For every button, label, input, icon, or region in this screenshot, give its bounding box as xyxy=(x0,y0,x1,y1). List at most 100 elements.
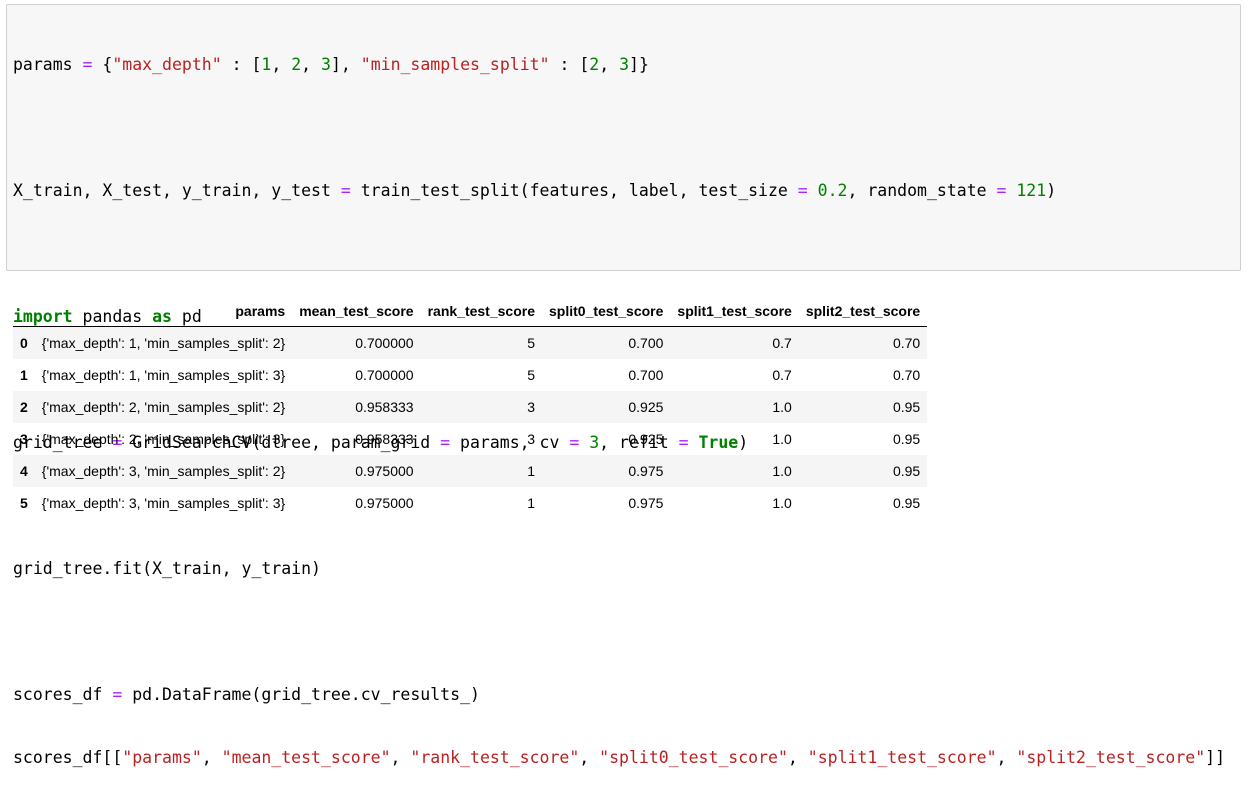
column-header: split1_test_score xyxy=(670,295,799,327)
mean-test-score-cell: 0.700000 xyxy=(355,335,414,351)
split1-test-score-cell: 1.0 xyxy=(772,431,792,447)
code-cell-input[interactable]: params = {"max_depth" : [1, 2, 3], "min_… xyxy=(6,4,1241,767)
split1-test-score-cell: 0.7 xyxy=(772,367,792,383)
split1-test-score-cell: 1.0 xyxy=(772,463,792,479)
mean-test-score-cell: 0.958333 xyxy=(355,431,414,447)
code-token: 2 xyxy=(291,55,302,74)
code-token: "mean_test_score" xyxy=(221,748,391,767)
row-index: 0 xyxy=(20,335,28,351)
code-token: [ xyxy=(251,55,262,74)
code-token: { xyxy=(102,55,113,74)
code-token: = xyxy=(340,181,351,200)
code-token: = xyxy=(797,181,808,200)
params-cell: {'max_depth': 1, 'min_samples_split': 2} xyxy=(41,335,286,351)
split0-test-score-cell: 0.700 xyxy=(628,367,664,383)
rank-test-score-cell: 5 xyxy=(527,335,535,351)
split2-test-score-cell: 0.70 xyxy=(892,367,921,383)
code-token: "min_samples_split" xyxy=(360,55,550,74)
split2-test-score-cell: 0.95 xyxy=(892,463,921,479)
code-token: 0.2 xyxy=(817,181,848,200)
table-header-row: params mean_test_score rank_test_score s… xyxy=(13,295,928,327)
column-header: mean_test_score xyxy=(292,295,421,327)
index-header xyxy=(13,295,35,327)
code-token: train_test_split(features, label, test_s… xyxy=(360,181,788,200)
rank-test-score-cell: 3 xyxy=(527,431,535,447)
column-header: split0_test_score xyxy=(542,295,671,327)
split0-test-score-cell: 0.975 xyxy=(628,463,664,479)
mean-test-score-cell: 0.975000 xyxy=(355,495,414,511)
rank-test-score-cell: 3 xyxy=(527,399,535,415)
column-header: split2_test_score xyxy=(798,295,928,327)
mean-test-score-cell: 0.975000 xyxy=(355,463,414,479)
table-row: 5 {'max_depth': 3, 'min_samples_split': … xyxy=(13,487,927,519)
rank-test-score-cell: 1 xyxy=(527,463,535,479)
code-token: pd.DataFrame(grid_tree.cv_results_) xyxy=(132,685,480,704)
code-line-fit: grid_tree.fit(X_train, y_train) xyxy=(13,558,1225,579)
cell-output: params mean_test_score rank_test_score s… xyxy=(13,295,928,519)
table-row: 2 {'max_depth': 2, 'min_samples_split': … xyxy=(13,391,928,423)
mean-test-score-cell: 0.700000 xyxy=(355,367,414,383)
split2-test-score-cell: 0.70 xyxy=(892,335,921,351)
split2-test-score-cell: 0.95 xyxy=(892,431,921,447)
code-token: scores_df xyxy=(13,685,103,704)
table-row: 4 {'max_depth': 3, 'min_samples_split': … xyxy=(13,455,928,487)
table-row: 3 {'max_depth': 2, 'min_samples_split': … xyxy=(13,423,927,455)
code-line-dataframe: scores_df = pd.DataFrame(grid_tree.cv_re… xyxy=(13,684,1225,705)
code-token: params xyxy=(13,55,73,74)
code-token: grid_tree.fit(X_train, y_train) xyxy=(13,559,321,578)
code-token: X_train, X_test, y_train, y_test xyxy=(13,181,331,200)
code-token: "split0_test_score" xyxy=(599,748,788,767)
rank-test-score-cell: 5 xyxy=(527,367,535,383)
code-token: [ xyxy=(579,55,590,74)
params-cell: {'max_depth': 1, 'min_samples_split': 3} xyxy=(41,367,286,383)
code-token: "params" xyxy=(122,748,202,767)
row-index: 4 xyxy=(20,463,28,479)
row-index: 2 xyxy=(20,399,28,415)
code-token: , xyxy=(787,748,808,767)
mean-test-score-cell: 0.958333 xyxy=(355,399,414,415)
column-header: rank_test_score xyxy=(420,295,542,327)
code-line-select: scores_df[["params", "mean_test_score", … xyxy=(13,747,1225,768)
code-token: ) xyxy=(1046,181,1057,200)
code-token: "max_depth" xyxy=(112,55,222,74)
code-token: 121 xyxy=(1016,181,1047,200)
split0-test-score-cell: 0.925 xyxy=(628,399,664,415)
code-token: , xyxy=(996,748,1017,767)
column-header: params xyxy=(34,295,293,327)
split1-test-score-cell: 1.0 xyxy=(772,399,792,415)
code-token: , xyxy=(301,55,312,74)
rank-test-score-cell: 1 xyxy=(527,495,535,511)
code-token: ]} xyxy=(629,55,649,74)
params-cell: {'max_depth': 3, 'min_samples_split': 2} xyxy=(41,463,286,479)
row-index: 5 xyxy=(20,495,28,511)
split0-test-score-cell: 0.700 xyxy=(628,335,664,351)
dataframe-table: params mean_test_score rank_test_score s… xyxy=(13,295,928,519)
code-token: = xyxy=(112,685,123,704)
code-token: 3 xyxy=(321,55,331,74)
split1-test-score-cell: 1.0 xyxy=(772,495,792,511)
code-token: ]] xyxy=(1205,748,1226,767)
code-token: = xyxy=(82,55,93,74)
code-token: , random_state xyxy=(847,181,987,200)
code-token: 1 xyxy=(261,55,272,74)
code-line-params: params = {"max_depth" : [1, 2, 3], "min_… xyxy=(13,54,1225,75)
row-index: 3 xyxy=(20,431,28,447)
code-token: scores_df[[ xyxy=(13,748,123,767)
table-row: 1 {'max_depth': 1, 'min_samples_split': … xyxy=(13,359,927,391)
code-token: , xyxy=(599,55,610,74)
split0-test-score-cell: 0.975 xyxy=(628,495,664,511)
row-index: 1 xyxy=(20,367,28,383)
split0-test-score-cell: 0.925 xyxy=(628,431,664,447)
code-line-split: X_train, X_test, y_train, y_test = train… xyxy=(13,180,1225,201)
params-cell: {'max_depth': 2, 'min_samples_split': 2} xyxy=(41,399,286,415)
code-token: , xyxy=(579,748,600,767)
code-token: 2 xyxy=(589,55,600,74)
code-token: , xyxy=(271,55,282,74)
code-token: , xyxy=(390,748,411,767)
code-token: "rank_test_score" xyxy=(410,748,580,767)
code-token: = xyxy=(996,181,1007,200)
table-row: 0 {'max_depth': 1, 'min_samples_split': … xyxy=(13,326,928,359)
params-cell: {'max_depth': 2, 'min_samples_split': 3} xyxy=(41,431,286,447)
